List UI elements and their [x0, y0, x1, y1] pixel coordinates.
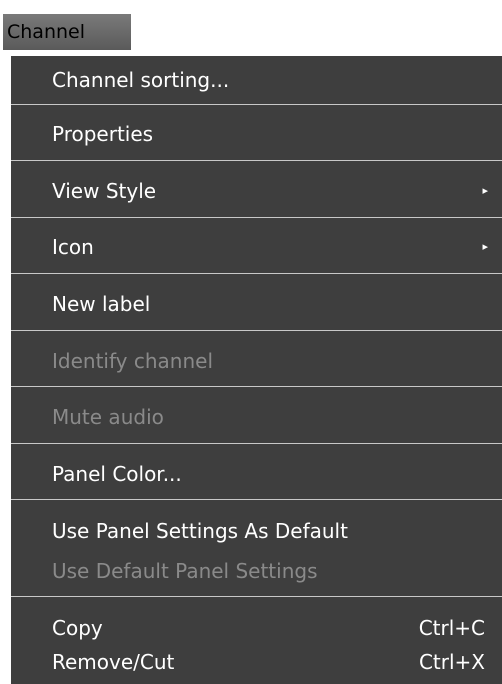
menu-item-label: Identify channel: [52, 349, 213, 373]
menu-item-view-style[interactable]: View Style ▸: [11, 171, 502, 211]
menu-item-new-label[interactable]: New label: [11, 284, 502, 324]
menu-item-label: Channel sorting...: [52, 68, 230, 92]
menu-item-label: View Style: [52, 179, 157, 203]
shortcut-label: Ctrl+X: [418, 650, 485, 674]
menu-item-identify-channel: Identify channel: [11, 341, 502, 381]
menu-item-label: Icon: [52, 235, 94, 259]
menu-item-remove-cut[interactable]: Remove/Cut Ctrl+X: [11, 642, 502, 682]
menu-item-label: Mute audio: [52, 405, 164, 429]
menu-item-label: Use Panel Settings As Default: [52, 519, 348, 543]
menu-separator: [11, 443, 502, 444]
menu-separator: [11, 499, 502, 500]
menu-item-use-default-panel-settings: Use Default Panel Settings: [11, 551, 502, 591]
menu-title-channel[interactable]: Channel: [3, 14, 131, 50]
menu-item-mute-audio: Mute audio: [11, 397, 502, 437]
submenu-arrow-icon: ▸: [482, 184, 488, 197]
channel-context-menu: Channel sorting... Properties View Style…: [11, 56, 502, 684]
menu-separator: [11, 160, 502, 161]
menu-item-label: Panel Color...: [52, 462, 182, 486]
menu-item-label: Copy: [52, 616, 103, 640]
menu-item-panel-color[interactable]: Panel Color...: [11, 454, 502, 494]
menu-item-properties[interactable]: Properties: [11, 114, 502, 154]
menu-separator: [11, 596, 502, 597]
menu-item-channel-sorting[interactable]: Channel sorting...: [11, 60, 502, 100]
menu-item-use-panel-settings-as-default[interactable]: Use Panel Settings As Default: [11, 511, 502, 551]
menu-item-label: Remove/Cut: [52, 650, 175, 674]
menu-item-label: Properties: [52, 122, 154, 146]
menu-separator: [11, 104, 502, 105]
menu-separator: [11, 217, 502, 218]
menu-item-label: New label: [52, 292, 151, 316]
menu-item-icon[interactable]: Icon ▸: [11, 227, 502, 267]
menu-separator: [11, 273, 502, 274]
menu-separator: [11, 386, 502, 387]
menu-separator: [11, 330, 502, 331]
submenu-arrow-icon: ▸: [482, 240, 488, 253]
menu-item-label: Use Default Panel Settings: [52, 559, 318, 583]
